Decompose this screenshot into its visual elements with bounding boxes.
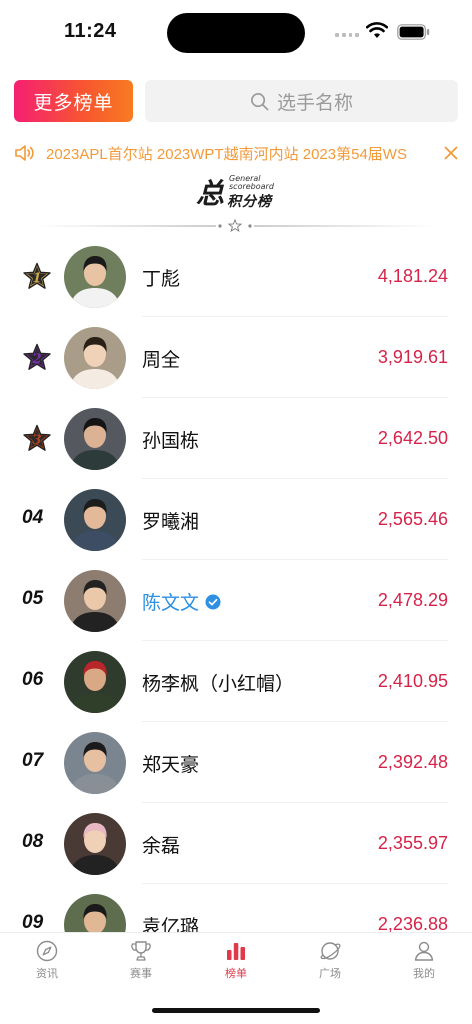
player-score: 2,236.88 bbox=[377, 914, 448, 932]
wifi-icon bbox=[366, 22, 388, 38]
tab-profile-label: 我的 bbox=[413, 968, 435, 980]
player-score: 2,642.50 bbox=[377, 428, 448, 448]
tab-square-label: 广场 bbox=[319, 968, 341, 980]
notice-marquee[interactable]: 2023APL首尔站 2023WPT越南河内站 2023第54届WS bbox=[14, 140, 458, 166]
rank-number: 09 bbox=[22, 912, 44, 932]
player-name-text: 杨李枫（小红帽） bbox=[142, 674, 295, 695]
player-name[interactable]: 袁亿璐 bbox=[142, 912, 199, 932]
heading-main-char: 总 bbox=[196, 177, 225, 210]
rank-number: 2 bbox=[32, 351, 42, 367]
scoreboard-heading: 总 General scoreboard 积分榜 bbox=[196, 172, 276, 211]
player-score: 2,478.29 bbox=[377, 590, 448, 610]
person-icon bbox=[414, 941, 434, 961]
player-name-text: 余磊 bbox=[142, 836, 181, 857]
player-avatar[interactable] bbox=[64, 408, 126, 470]
status-bar: 11:24 bbox=[0, 0, 472, 64]
tab-rankings-label: 榜单 bbox=[225, 968, 247, 980]
rank-medal-icon: 3 bbox=[20, 422, 54, 456]
player-name[interactable]: 周全 bbox=[142, 345, 180, 372]
player-name-text: 孙国栋 bbox=[142, 431, 200, 452]
more-rankings-button[interactable]: 更多榜单 bbox=[14, 80, 133, 122]
player-name[interactable]: 陈文文 bbox=[142, 588, 221, 615]
player-name-text: 周全 bbox=[142, 350, 181, 371]
heading-en-line2: scoreboard bbox=[229, 182, 274, 191]
ranking-row[interactable]: 09 袁亿璐 2,236.88 bbox=[0, 884, 472, 932]
notice-text[interactable]: 2023APL首尔站 2023WPT越南河内站 2023第54届WS bbox=[46, 143, 434, 164]
player-name[interactable]: 罗曦湘 bbox=[142, 507, 199, 534]
rank-number: 05 bbox=[22, 588, 44, 609]
player-avatar[interactable] bbox=[64, 894, 126, 932]
heading-english: General scoreboard bbox=[229, 175, 274, 191]
tab-square[interactable]: 广场 bbox=[290, 939, 370, 981]
rank-number: 07 bbox=[22, 750, 44, 771]
player-avatar[interactable] bbox=[64, 651, 126, 713]
player-search-input[interactable]: 选手名称 bbox=[145, 80, 458, 122]
rank-number: 04 bbox=[22, 507, 44, 528]
player-avatar[interactable] bbox=[64, 489, 126, 551]
battery-icon bbox=[397, 24, 430, 40]
player-name-text: 袁亿璐 bbox=[142, 917, 200, 932]
trophy-icon bbox=[131, 941, 151, 961]
player-score: 2,355.97 bbox=[377, 833, 448, 853]
ranking-row[interactable]: 3 孙国栋 2,642.50 bbox=[0, 398, 472, 479]
player-name[interactable]: 余磊 bbox=[142, 831, 180, 858]
player-name-text: 郑天豪 bbox=[142, 755, 200, 776]
status-time: 11:24 bbox=[64, 20, 117, 42]
home-indicator bbox=[152, 1008, 320, 1013]
tab-profile[interactable]: 我的 bbox=[384, 939, 464, 981]
speaker-icon bbox=[15, 145, 34, 161]
ranking-row[interactable]: 08 余磊 2,355.97 bbox=[0, 803, 472, 884]
cellular-signal-icon bbox=[335, 33, 359, 39]
rank-number: 08 bbox=[22, 831, 44, 852]
compass-icon bbox=[36, 940, 58, 962]
ranking-row[interactable]: 2 周全 3,919.61 bbox=[0, 317, 472, 398]
dynamic-island bbox=[167, 13, 305, 53]
player-name-text: 罗曦湘 bbox=[142, 512, 200, 533]
search-placeholder: 选手名称 bbox=[276, 92, 353, 114]
tab-rankings[interactable]: 榜单 bbox=[196, 939, 276, 981]
rank-number: 3 bbox=[32, 432, 42, 448]
heading-divider bbox=[36, 218, 436, 233]
rank-number: 1 bbox=[32, 270, 42, 286]
ranking-list[interactable]: 1 丁彪 4,181.24 2 周全 3,919.61 3 孙国栋 2,642.50 04 罗曦湘 2… bbox=[0, 236, 472, 932]
player-score: 2,565.46 bbox=[377, 509, 448, 529]
verified-icon bbox=[205, 594, 221, 609]
player-name-text: 丁彪 bbox=[142, 269, 181, 290]
rank-number: 06 bbox=[22, 669, 44, 690]
tab-news-label: 资讯 bbox=[36, 968, 58, 980]
player-score: 2,410.95 bbox=[377, 671, 448, 691]
ranking-row[interactable]: 06 杨李枫（小红帽） 2,410.95 bbox=[0, 641, 472, 722]
player-avatar[interactable] bbox=[64, 813, 126, 875]
rank-medal-icon: 1 bbox=[20, 260, 54, 294]
planet-icon bbox=[320, 942, 341, 960]
player-avatar[interactable] bbox=[64, 246, 126, 308]
player-score: 3,919.61 bbox=[377, 347, 448, 367]
heading-chinese: 积分榜 bbox=[227, 193, 272, 209]
ranking-row[interactable]: 07 郑天豪 2,392.48 bbox=[0, 722, 472, 803]
player-name[interactable]: 郑天豪 bbox=[142, 750, 199, 777]
player-avatar[interactable] bbox=[64, 732, 126, 794]
ranking-row[interactable]: 04 罗曦湘 2,565.46 bbox=[0, 479, 472, 560]
tab-news[interactable]: 资讯 bbox=[7, 939, 87, 981]
rank-medal-icon: 2 bbox=[20, 341, 54, 375]
tab-events[interactable]: 赛事 bbox=[101, 939, 181, 981]
close-icon[interactable] bbox=[444, 146, 458, 160]
player-score: 4,181.24 bbox=[377, 266, 448, 286]
player-avatar[interactable] bbox=[64, 570, 126, 632]
player-name[interactable]: 丁彪 bbox=[142, 264, 180, 291]
player-name-text: 陈文文 bbox=[142, 593, 200, 614]
ranking-row[interactable]: 1 丁彪 4,181.24 bbox=[0, 236, 472, 317]
player-avatar[interactable] bbox=[64, 327, 126, 389]
bar-chart-icon bbox=[227, 943, 245, 960]
player-name[interactable]: 杨李枫（小红帽） bbox=[142, 669, 294, 696]
search-icon bbox=[251, 92, 269, 110]
player-score: 2,392.48 bbox=[377, 752, 448, 772]
player-name[interactable]: 孙国栋 bbox=[142, 426, 199, 453]
tab-events-label: 赛事 bbox=[130, 968, 152, 980]
ranking-row[interactable]: 05 陈文文 2,478.29 bbox=[0, 560, 472, 641]
